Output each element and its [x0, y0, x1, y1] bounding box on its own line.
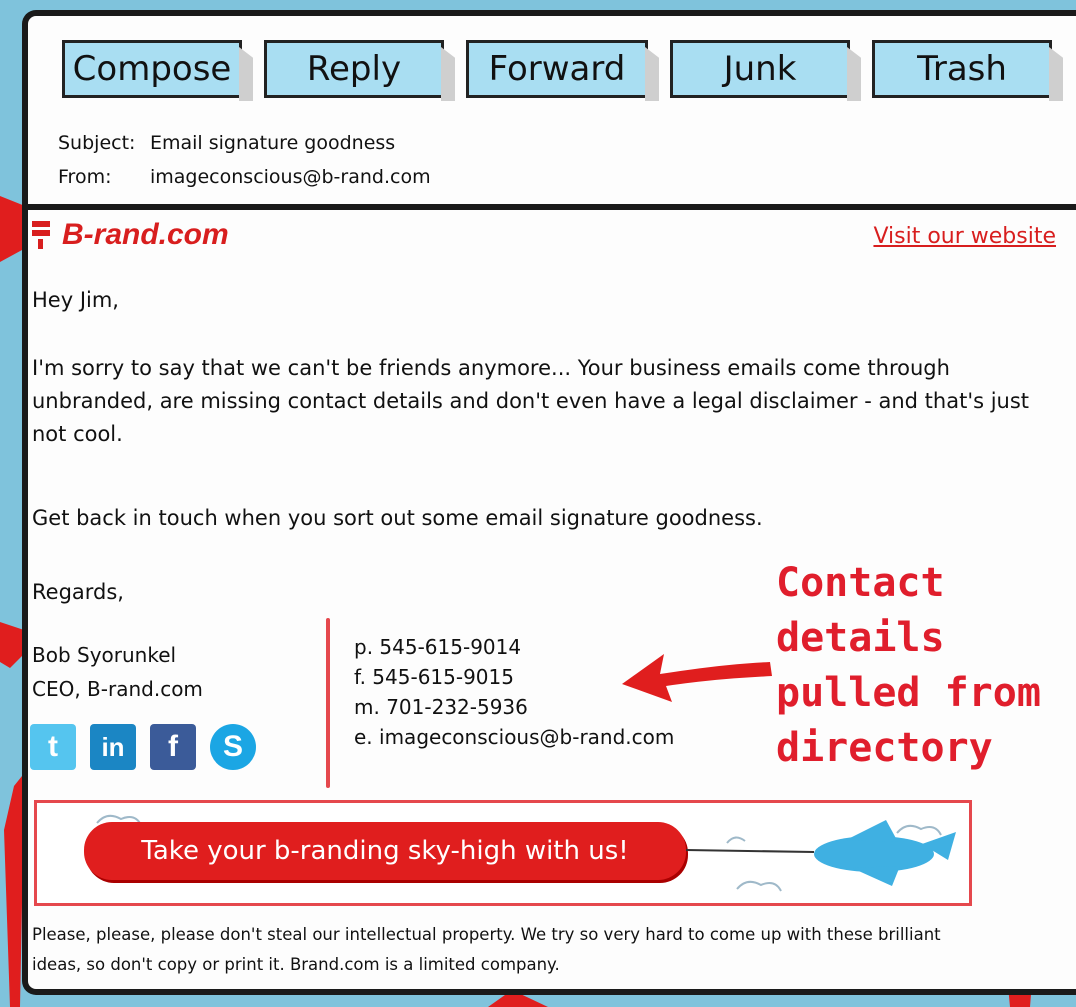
from-label: From: [58, 166, 112, 188]
signature-block: Bob Syorunkel CEO, B-rand.com [32, 638, 203, 706]
signature-divider [326, 618, 330, 788]
signature-name: Bob Syorunkel [32, 643, 177, 667]
email-header: Compose Reply Forward Junk Trash Subject… [28, 16, 1076, 210]
message-paragraph-1: I'm sorry to say that we can't be friend… [32, 356, 1030, 446]
brand-logo: B-rand.com [30, 218, 229, 252]
twitter-icon[interactable]: t [30, 724, 76, 770]
greeting: Hey Jim, [32, 288, 119, 312]
annotation-note: Contact details pulled from directory [776, 560, 1041, 771]
subject-row: Subject: Email signature goodness [58, 132, 395, 154]
brand-name: B-rand.com [62, 218, 229, 251]
facebook-icon[interactable]: f [150, 724, 196, 770]
compose-button[interactable]: Compose [62, 40, 242, 98]
signature-title: CEO, B-rand.com [32, 677, 203, 701]
reply-button[interactable]: Reply [264, 40, 444, 98]
trash-button[interactable]: Trash [872, 40, 1052, 98]
visit-website-link[interactable]: Visit our website [873, 224, 1056, 249]
brand-logo-icon [32, 221, 50, 249]
skype-icon[interactable]: S [210, 724, 256, 770]
email-toolbar: Compose Reply Forward Junk Trash [62, 40, 1062, 100]
airplane-icon [686, 820, 956, 886]
from-row: From: imageconscious@b-rand.com [58, 166, 431, 188]
from-value: imageconscious@b-rand.com [150, 166, 431, 188]
junk-button[interactable]: Junk [670, 40, 850, 98]
legal-disclaimer: Please, please, please don't steal our i… [32, 925, 941, 974]
subject-label: Subject: [58, 132, 136, 154]
promo-banner-button[interactable]: Take your b-randing sky-high with us! [84, 822, 686, 880]
arrow-to-contacts-icon [622, 654, 772, 702]
subject-value: Email signature goodness [150, 132, 396, 154]
message-paragraph-2: Get back in touch when you sort out some… [32, 506, 763, 530]
social-icons: t in f S [30, 724, 256, 770]
linkedin-icon[interactable]: in [90, 724, 136, 770]
contact-email[interactable]: e. imageconscious@b-rand.com [354, 722, 674, 752]
forward-button[interactable]: Forward [466, 40, 648, 98]
